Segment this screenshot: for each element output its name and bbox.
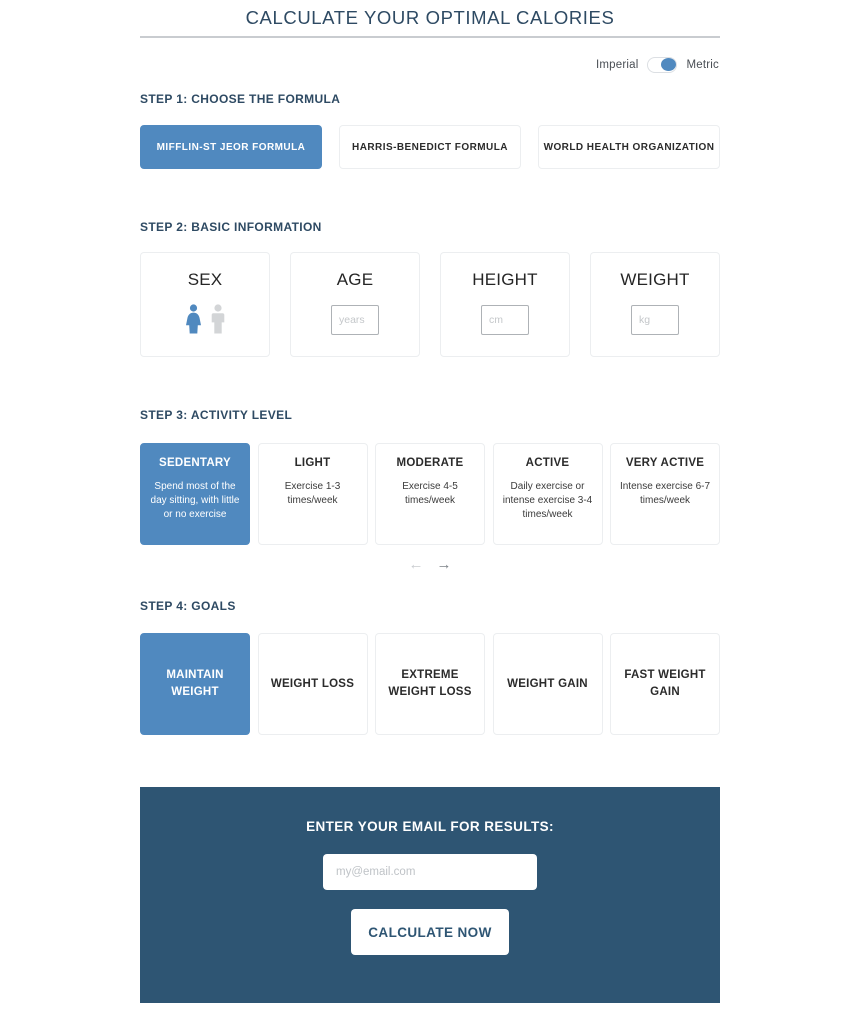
activity-desc: Exercise 1-3 times/week (284, 481, 341, 506)
activity-name: LIGHT (294, 457, 331, 469)
step2-heading: STEP 2: BASIC INFORMATION (140, 220, 322, 234)
step4-heading: STEP 4: GOALS (140, 599, 236, 613)
activity-option-very-active[interactable]: VERY ACTIVE Intense exercise 6-7 times/w… (610, 443, 720, 545)
arrow-right-icon[interactable]: → (437, 555, 452, 575)
formula-option-who[interactable]: WORLD HEALTH ORGANIZATION (538, 125, 720, 169)
goal-options: MAINTAIN WEIGHT WEIGHT LOSS EXTREME WEIG… (140, 633, 720, 735)
unit-toggle-switch[interactable] (647, 57, 678, 73)
email-panel-heading: ENTER YOUR EMAIL FOR RESULTS: (306, 819, 554, 834)
age-input[interactable] (331, 305, 379, 335)
goal-option-maintain-weight[interactable]: MAINTAIN WEIGHT (140, 633, 250, 735)
unit-label-metric[interactable]: Metric (686, 55, 719, 75)
male-figure-icon[interactable] (210, 304, 226, 334)
activity-carousel-controls: ← → (140, 555, 720, 575)
goal-option-extreme-weight-loss[interactable]: EXTREME WEIGHT LOSS (375, 633, 485, 735)
activity-desc: Daily exercise or intense exercise 3-4 t… (502, 481, 593, 520)
weight-input[interactable] (631, 305, 679, 335)
age-card: AGE (290, 252, 420, 357)
activity-name: SEDENTARY (159, 457, 231, 469)
sex-label: SEX (187, 270, 223, 289)
email-results-panel: ENTER YOUR EMAIL FOR RESULTS: CALCULATE … (140, 787, 720, 1003)
activity-option-sedentary[interactable]: SEDENTARY Spend most of the day sitting,… (140, 443, 250, 545)
sex-card: SEX (140, 252, 270, 357)
arrow-left-icon[interactable]: ← (409, 555, 424, 575)
age-label: AGE (336, 270, 374, 289)
formula-option-mifflin[interactable]: MIFFLIN-ST JEOR FORMULA (140, 125, 322, 169)
height-label: HEIGHT (472, 270, 538, 289)
unit-label-imperial[interactable]: Imperial (596, 55, 639, 75)
calorie-calculator-page: CALCULATE YOUR OPTIMAL CALORIES Imperial… (0, 0, 861, 1024)
basic-information-fields: SEX AGE HEIGH (140, 252, 720, 357)
page-title: CALCULATE YOUR OPTIMAL CALORIES (245, 7, 615, 28)
female-figure-icon[interactable] (184, 304, 203, 334)
activity-option-light[interactable]: LIGHT Exercise 1-3 times/week (257, 443, 368, 545)
activity-name: VERY ACTIVE (625, 457, 705, 469)
header-divider (140, 36, 720, 38)
activity-option-active[interactable]: ACTIVE Daily exercise or intense exercis… (492, 443, 603, 545)
activity-desc: Intense exercise 6-7 times/week (619, 481, 711, 506)
height-card: HEIGHT (440, 252, 570, 357)
weight-label: WEIGHT (620, 270, 690, 289)
weight-card: WEIGHT (590, 252, 720, 357)
height-input[interactable] (481, 305, 529, 335)
step1-heading: STEP 1: CHOOSE THE FORMULA (140, 92, 341, 106)
goal-option-weight-gain[interactable]: WEIGHT GAIN (492, 633, 603, 735)
activity-name: MODERATE (396, 457, 464, 469)
activity-desc: Spend most of the day sitting, with litt… (150, 481, 240, 520)
formula-options: MIFFLIN-ST JEOR FORMULA HARRIS-BENEDICT … (140, 125, 720, 169)
activity-level-options: SEDENTARY Spend most of the day sitting,… (140, 443, 720, 545)
goal-option-fast-weight-gain[interactable]: FAST WEIGHT GAIN (610, 633, 720, 735)
step3-heading: STEP 3: ACTIVITY LEVEL (140, 408, 293, 422)
unit-system-toggle[interactable]: Imperial Metric (596, 55, 719, 75)
calculate-now-button[interactable]: CALCULATE NOW (351, 909, 509, 955)
email-input[interactable] (323, 854, 537, 890)
goal-option-weight-loss[interactable]: WEIGHT LOSS (257, 633, 368, 735)
activity-option-moderate[interactable]: MODERATE Exercise 4-5 times/week (375, 443, 485, 545)
sex-icon-group (184, 304, 226, 334)
activity-desc: Exercise 4-5 times/week (402, 481, 458, 506)
formula-option-harris-benedict[interactable]: HARRIS-BENEDICT FORMULA (339, 125, 521, 169)
toggle-knob (661, 58, 677, 71)
activity-name: ACTIVE (525, 457, 570, 469)
